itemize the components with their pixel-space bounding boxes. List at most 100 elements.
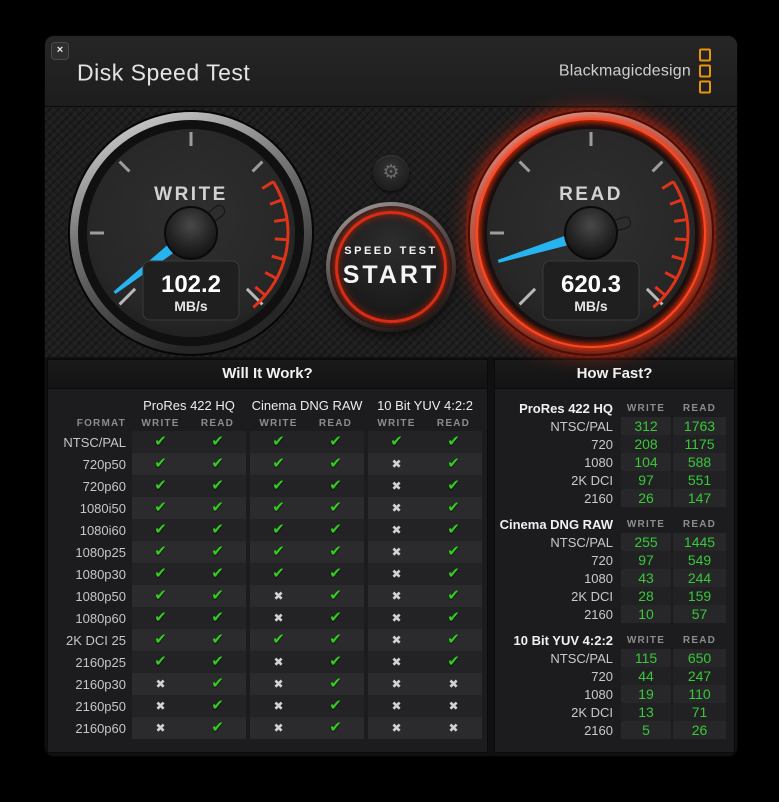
brand-logo: Blackmagicdesign bbox=[558, 48, 711, 94]
check-icon: ✔ bbox=[211, 565, 224, 582]
check-icon: ✔ bbox=[329, 521, 342, 538]
table-row: 1080 19 110 bbox=[499, 685, 726, 703]
check-mark-cell: ✔ bbox=[425, 585, 482, 607]
check-icon: ✔ bbox=[329, 543, 342, 560]
check-icon: ✔ bbox=[211, 697, 224, 714]
table-row: 2160p25 ✔ ✔ ✖ ✔ ✖ ✔ bbox=[48, 651, 487, 673]
check-mark-cell: ✔ bbox=[307, 585, 364, 607]
write-gauge-label: WRITE bbox=[154, 184, 228, 205]
format-label: NTSC/PAL bbox=[550, 650, 613, 666]
check-mark-cell: ✔ bbox=[132, 651, 189, 673]
table-row: 2K DCI 28 159 bbox=[499, 587, 726, 605]
check-mark-cell: ✔ bbox=[425, 475, 482, 497]
cross-icon: ✖ bbox=[273, 677, 284, 691]
cross-mark-cell: ✖ bbox=[250, 607, 307, 629]
close-button[interactable]: × bbox=[51, 42, 69, 60]
will-it-work-panel: Will It Work? ProRes 422 HQ Cinema DNG R… bbox=[47, 359, 488, 753]
start-button-face: SPEED TEST START bbox=[330, 206, 452, 328]
check-mark-cell: ✔ bbox=[250, 453, 307, 475]
check-icon: ✔ bbox=[154, 543, 167, 560]
start-button-subtitle: SPEED TEST bbox=[344, 244, 438, 257]
cross-icon: ✖ bbox=[391, 567, 402, 581]
write-speed-value: 102.2 bbox=[161, 271, 221, 298]
check-icon: ✔ bbox=[447, 477, 460, 494]
settings-button[interactable]: ⚙ bbox=[373, 155, 409, 191]
check-mark-cell: ✔ bbox=[307, 497, 364, 519]
check-icon: ✔ bbox=[447, 587, 460, 604]
format-label: 720p50 bbox=[82, 456, 126, 472]
check-mark-cell: ✔ bbox=[189, 673, 246, 695]
read-gauge-label: READ bbox=[559, 184, 623, 205]
check-icon: ✔ bbox=[329, 565, 342, 582]
write-fps-value: 255 bbox=[621, 533, 671, 551]
check-icon: ✔ bbox=[154, 609, 167, 626]
check-mark-cell: ✔ bbox=[189, 651, 246, 673]
format-label: 2K DCI bbox=[571, 588, 613, 604]
format-label: 1080i50 bbox=[79, 500, 126, 516]
check-mark-cell: ✔ bbox=[425, 519, 482, 541]
speed-test-start-button[interactable]: SPEED TEST START bbox=[326, 202, 456, 332]
check-mark-cell: ✔ bbox=[307, 717, 364, 739]
table-row: 2160p60 ✖ ✔ ✖ ✔ ✖ ✖ bbox=[48, 717, 487, 739]
check-icon: ✔ bbox=[272, 455, 285, 472]
read-fps-value: 159 bbox=[673, 587, 726, 605]
check-icon: ✔ bbox=[447, 499, 460, 516]
write-needle-hub bbox=[164, 206, 218, 260]
format-label: 2K DCI 25 bbox=[66, 632, 126, 648]
read-fps-value: 110 bbox=[673, 685, 726, 703]
format-label: NTSC/PAL bbox=[550, 418, 613, 434]
cross-icon: ✖ bbox=[155, 699, 166, 713]
check-mark-cell: ✔ bbox=[189, 563, 246, 585]
read-column-header: READ bbox=[318, 417, 353, 429]
read-fps-value: 244 bbox=[673, 569, 726, 587]
check-icon: ✔ bbox=[329, 653, 342, 670]
check-mark-cell: ✔ bbox=[307, 563, 364, 585]
table-row: 720p50 ✔ ✔ ✔ ✔ ✖ ✔ bbox=[48, 453, 487, 475]
check-mark-cell: ✔ bbox=[307, 629, 364, 651]
check-icon: ✔ bbox=[447, 521, 460, 538]
cross-icon: ✖ bbox=[448, 677, 459, 691]
check-mark-cell: ✔ bbox=[189, 629, 246, 651]
check-mark-cell: ✔ bbox=[307, 673, 364, 695]
cross-icon: ✖ bbox=[273, 699, 284, 713]
cross-mark-cell: ✖ bbox=[250, 651, 307, 673]
read-column-header: READ bbox=[682, 402, 717, 414]
table-row: NTSC/PAL ✔ ✔ ✔ ✔ ✔ ✔ bbox=[48, 431, 487, 453]
table-row: NTSC/PAL 312 1763 bbox=[499, 417, 726, 435]
cross-mark-cell: ✖ bbox=[368, 563, 425, 585]
write-value-box: 102.2 MB/s bbox=[142, 260, 240, 321]
check-mark-cell: ✔ bbox=[368, 431, 425, 453]
read-fps-value: 551 bbox=[673, 471, 726, 489]
start-button-title: START bbox=[342, 260, 440, 289]
gear-icon: ⚙ bbox=[382, 162, 400, 183]
check-mark-cell: ✔ bbox=[132, 519, 189, 541]
check-mark-cell: ✔ bbox=[307, 453, 364, 475]
read-fps-value: 147 bbox=[673, 489, 726, 507]
format-label: NTSC/PAL bbox=[63, 434, 126, 450]
cross-mark-cell: ✖ bbox=[250, 585, 307, 607]
check-icon: ✔ bbox=[211, 609, 224, 626]
write-fps-value: 26 bbox=[621, 489, 671, 507]
table-row: 2K DCI 97 551 bbox=[499, 471, 726, 489]
check-icon: ✔ bbox=[329, 719, 342, 736]
table-row: 720p60 ✔ ✔ ✔ ✔ ✖ ✔ bbox=[48, 475, 487, 497]
hf-section-header: ProRes 422 HQ WRITE READ bbox=[499, 399, 726, 417]
cross-mark-cell: ✖ bbox=[368, 695, 425, 717]
hf-section: 10 Bit YUV 4:2:2 WRITE READ NTSC/PAL 115 650 7… bbox=[499, 631, 726, 739]
format-column-header: FORMAT bbox=[76, 417, 126, 429]
check-icon: ✔ bbox=[329, 697, 342, 714]
brand-name: Blackmagicdesign bbox=[558, 62, 691, 79]
table-row: 2K DCI 13 71 bbox=[499, 703, 726, 721]
cross-icon: ✖ bbox=[391, 589, 402, 603]
check-mark-cell: ✔ bbox=[250, 475, 307, 497]
check-icon: ✔ bbox=[211, 543, 224, 560]
results-area: Will It Work? ProRes 422 HQ Cinema DNG R… bbox=[45, 357, 737, 756]
read-column-header: READ bbox=[200, 417, 235, 429]
check-icon: ✔ bbox=[329, 587, 342, 604]
table-row: 1080i50 ✔ ✔ ✔ ✔ ✖ ✔ bbox=[48, 497, 487, 519]
cross-icon: ✖ bbox=[273, 589, 284, 603]
format-label: 2160p50 bbox=[75, 698, 126, 714]
brand-logo-square bbox=[699, 80, 711, 94]
check-mark-cell: ✔ bbox=[250, 629, 307, 651]
check-mark-cell: ✔ bbox=[250, 497, 307, 519]
